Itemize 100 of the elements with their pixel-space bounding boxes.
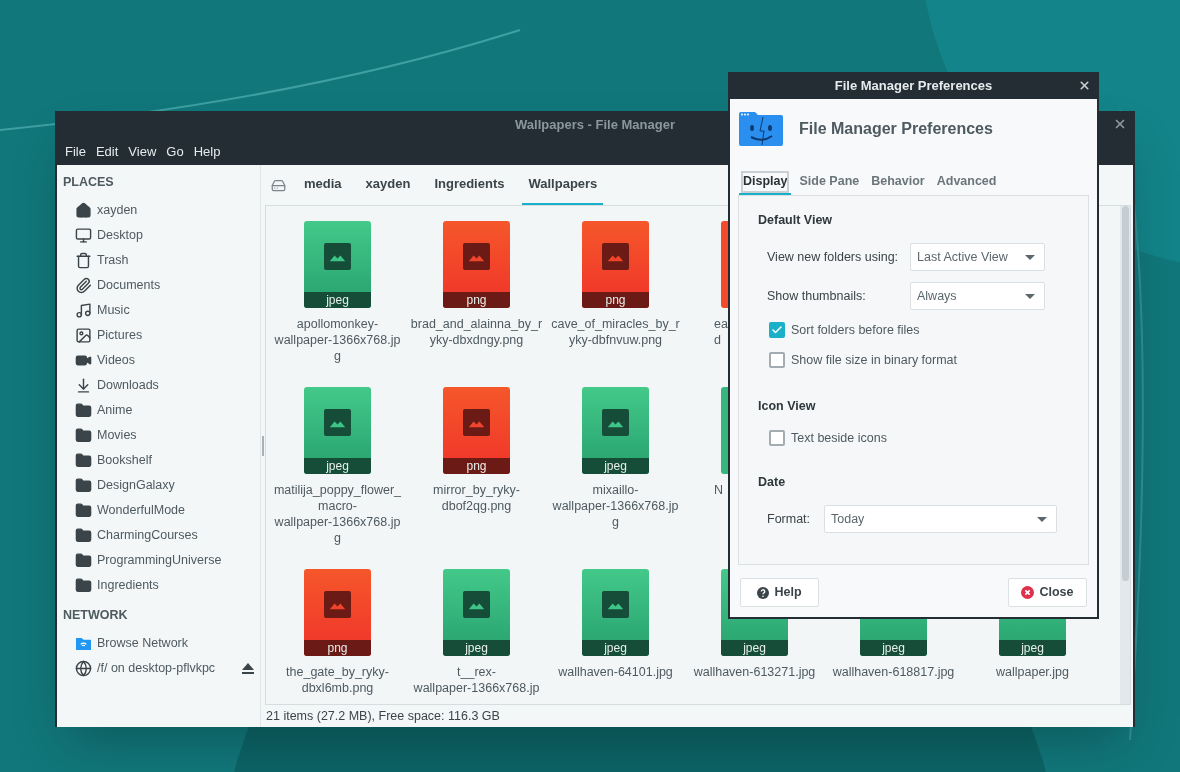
checkbox-label[interactable]: Sort folders before files bbox=[791, 320, 920, 340]
folder-icon bbox=[75, 502, 92, 519]
menu-item[interactable]: File bbox=[60, 141, 91, 162]
sidebar-item[interactable]: ProgrammingUniverse bbox=[57, 548, 260, 573]
sidebar-item[interactable]: Music bbox=[57, 298, 260, 323]
sidebar-item[interactable]: Anime bbox=[57, 398, 260, 423]
monitor-icon bbox=[75, 227, 92, 244]
smiling-folder-icon bbox=[739, 112, 783, 146]
picture-icon bbox=[602, 409, 629, 436]
sidebar-item[interactable]: DesignGalaxy bbox=[57, 473, 260, 498]
help-button[interactable]: Help bbox=[740, 578, 819, 607]
field-label: Format: bbox=[767, 510, 812, 528]
file-type-label: jpeg bbox=[604, 642, 627, 654]
file-type-label: jpeg bbox=[1021, 642, 1044, 654]
caret-icon bbox=[1025, 293, 1035, 299]
drive-icon[interactable] bbox=[271, 177, 286, 193]
tab[interactable]: Side Pane bbox=[795, 169, 864, 195]
close-icon[interactable] bbox=[1113, 117, 1127, 131]
picture-icon bbox=[324, 243, 351, 270]
sidebar-item[interactable]: Bookshelf bbox=[57, 448, 260, 473]
sidebar-item[interactable]: Browse Network bbox=[57, 631, 260, 656]
path-segment[interactable]: xayden bbox=[359, 165, 417, 205]
close-button[interactable]: Close bbox=[1008, 578, 1087, 607]
file-name[interactable]: t__rex- wallpaper-1366x768.jp bbox=[413, 664, 540, 696]
folder-icon bbox=[75, 452, 92, 469]
file-name[interactable]: wallpaper.jpg bbox=[996, 664, 1069, 680]
file-type-label: jpeg bbox=[604, 460, 627, 472]
file-name[interactable]: the_gate_by_ryky- dbxl6mb.png bbox=[286, 664, 389, 696]
network-folder-icon bbox=[75, 636, 92, 651]
file-name[interactable]: brad_and_alainna_by_r yky-dbxdngy.png bbox=[410, 316, 543, 348]
file-type-label: jpeg bbox=[465, 642, 488, 654]
picture-icon bbox=[602, 243, 629, 270]
file-name[interactable]: matilija_poppy_flower_ macro- wallpaper-1366x768.jp g bbox=[273, 482, 402, 546]
menu-item[interactable]: Edit bbox=[90, 141, 124, 162]
scrollbar-thumb[interactable] bbox=[1121, 206, 1129, 581]
check-icon bbox=[771, 324, 783, 336]
file-name[interactable]: ea d bbox=[685, 316, 728, 348]
sidebar-item[interactable]: xayden bbox=[57, 198, 260, 223]
sidebar-item[interactable]: Trash bbox=[57, 248, 260, 273]
folder-icon bbox=[75, 477, 92, 494]
menu-item[interactable]: Go bbox=[161, 141, 189, 162]
sidebar-item[interactable]: /f/ on desktop-pflvkpc bbox=[57, 656, 260, 681]
file-type-label: jpeg bbox=[743, 642, 766, 654]
dialog-heading: File Manager Preferences bbox=[799, 119, 993, 139]
file-type-label: jpeg bbox=[882, 642, 905, 654]
picture-icon bbox=[75, 327, 92, 344]
window-title: Wallpapers - File Manager bbox=[515, 115, 675, 134]
section-header: NETWORK bbox=[63, 606, 128, 624]
caret-icon bbox=[1037, 516, 1047, 522]
paperclip-icon bbox=[75, 277, 92, 294]
menu-item[interactable]: View bbox=[123, 141, 162, 162]
path-segment[interactable]: Ingredients bbox=[428, 165, 511, 205]
tab[interactable]: Display bbox=[739, 169, 792, 195]
file-type-label: jpeg bbox=[326, 460, 349, 472]
file-name[interactable]: mirror_by_ryky- dbof2qg.png bbox=[433, 482, 520, 514]
splitter-handle[interactable] bbox=[262, 436, 264, 456]
checkbox[interactable] bbox=[769, 430, 785, 446]
checkbox-label[interactable]: Text beside icons bbox=[791, 428, 887, 448]
dropdown[interactable]: Always bbox=[910, 282, 1045, 310]
checkbox[interactable] bbox=[769, 352, 785, 368]
checkbox-label[interactable]: Show file size in binary format bbox=[791, 350, 958, 370]
file-name[interactable]: wallhaven-618817.jpg bbox=[832, 664, 955, 680]
picture-icon bbox=[324, 591, 351, 618]
file-name[interactable]: N bbox=[685, 482, 724, 498]
file-name[interactable]: cave_of_miracles_by_r yky-dbfnvuw.png bbox=[551, 316, 680, 348]
folder-icon bbox=[75, 427, 92, 444]
tab[interactable]: Behavior bbox=[867, 169, 929, 195]
dropdown[interactable]: Today bbox=[824, 505, 1057, 533]
file-name[interactable]: wallhaven-613271.jpg bbox=[693, 664, 816, 680]
status-text: 21 items (27.2 MB), Free space: 116.3 GB bbox=[266, 707, 500, 725]
close-icon[interactable] bbox=[1078, 79, 1091, 92]
sidebar-item[interactable]: Desktop bbox=[57, 223, 260, 248]
folder-icon bbox=[75, 552, 92, 569]
file-name[interactable]: wallhaven-64101.jpg bbox=[558, 664, 673, 680]
sidebar-item[interactable]: WonderfulMode bbox=[57, 498, 260, 523]
menu-item[interactable]: Help bbox=[188, 141, 226, 162]
download-icon bbox=[75, 377, 92, 394]
sidebar-item[interactable]: Movies bbox=[57, 423, 260, 448]
sidebar-item[interactable]: Documents bbox=[57, 273, 260, 298]
path-segment[interactable]: media bbox=[298, 165, 348, 205]
sidebar-item[interactable]: CharmingCourses bbox=[57, 523, 260, 548]
section-title: Default View bbox=[758, 211, 833, 229]
dropdown[interactable]: Last Active View bbox=[910, 243, 1045, 271]
folder-icon bbox=[75, 577, 92, 594]
file-name[interactable]: apollomonkey- wallpaper-1366x768.jp g bbox=[274, 316, 401, 364]
eject-icon[interactable] bbox=[242, 663, 254, 674]
section-header: PLACES bbox=[63, 173, 114, 191]
section-title: Icon View bbox=[758, 397, 816, 415]
sidebar-item[interactable]: Downloads bbox=[57, 373, 260, 398]
caret-icon bbox=[1025, 254, 1035, 260]
sidebar-item[interactable]: Videos bbox=[57, 348, 260, 373]
checkbox[interactable] bbox=[769, 322, 785, 338]
picture-icon bbox=[463, 591, 490, 618]
tab[interactable]: Advanced bbox=[932, 169, 1001, 195]
file-name[interactable]: mixaillo- wallpaper-1366x768.jp g bbox=[552, 482, 679, 530]
home-icon bbox=[75, 202, 92, 219]
sidebar-item[interactable]: Pictures bbox=[57, 323, 260, 348]
sidebar-item[interactable]: Ingredients bbox=[57, 573, 260, 598]
picture-icon bbox=[324, 409, 351, 436]
field-label: Show thumbnails: bbox=[767, 287, 867, 305]
